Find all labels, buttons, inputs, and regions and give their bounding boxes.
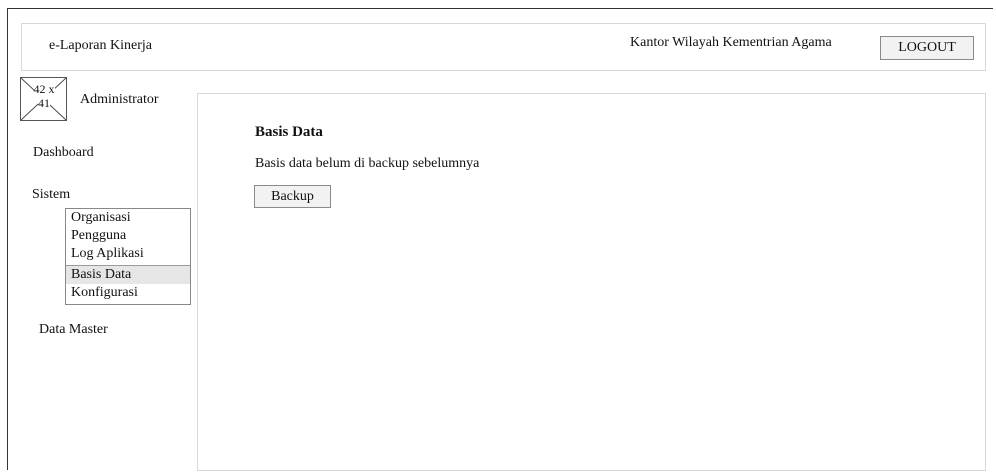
sidebar-item-data-master[interactable]: Data Master [39,322,108,338]
submenu-item-konfigurasi[interactable]: Konfigurasi [66,284,190,303]
sistem-submenu: Organisasi Pengguna Log Aplikasi Basis D… [65,208,191,305]
page-title: Basis Data [255,124,323,140]
submenu-item-pengguna[interactable]: Pengguna [66,227,190,246]
app-window: e-Laporan Kinerja Kantor Wilayah Kementr… [7,8,993,471]
sidebar-item-dashboard[interactable]: Dashboard [33,145,94,161]
submenu-item-basis-data[interactable]: Basis Data [66,265,190,284]
avatar: 42 x 41 [20,77,67,121]
submenu-item-organisasi[interactable]: Organisasi [66,209,190,228]
submenu-item-log-aplikasi[interactable]: Log Aplikasi [66,245,190,264]
logout-button[interactable]: LOGOUT [880,36,974,60]
main-content-panel: Basis Data Basis data belum di backup se… [197,93,986,471]
avatar-size-line1: 42 x [33,82,55,96]
backup-button[interactable]: Backup [254,185,331,208]
user-role: Administrator [80,92,159,107]
app-title: e-Laporan Kinerja [49,38,152,53]
avatar-size-line2: 41 [38,96,50,110]
header-bar: e-Laporan Kinerja Kantor Wilayah Kementr… [21,23,986,71]
backup-status-text: Basis data belum di backup sebelumnya [255,156,480,171]
sidebar-item-sistem[interactable]: Sistem [32,187,70,203]
office-name: Kantor Wilayah Kementrian Agama [630,35,832,50]
avatar-size-label: 42 x 41 [21,82,67,110]
